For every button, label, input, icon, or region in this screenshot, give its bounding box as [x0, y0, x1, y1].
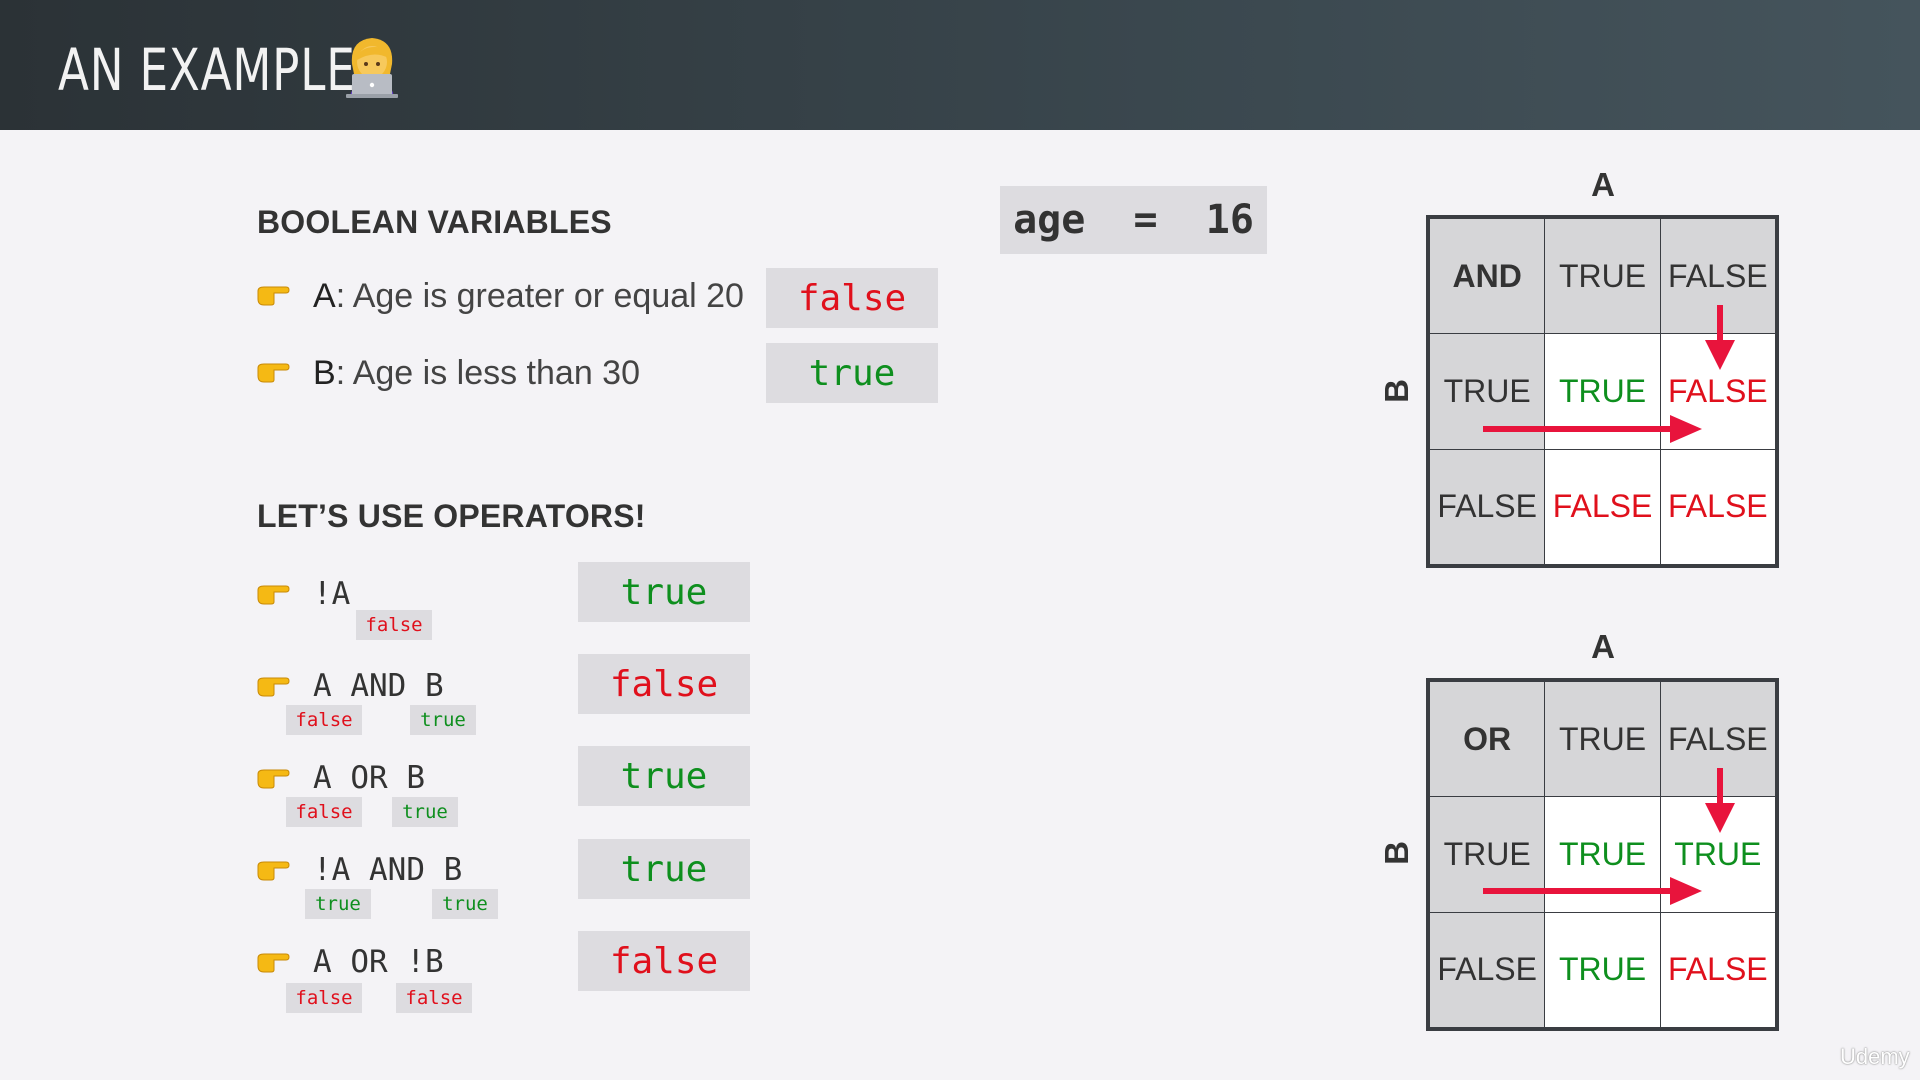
or-table-label-a: A [1591, 628, 1615, 665]
operand-chip: true [392, 797, 458, 827]
woman-technologist-icon [346, 38, 398, 98]
and-table-header-true: TRUE [1545, 219, 1660, 334]
or-table-cell: FALSE [1660, 912, 1775, 1027]
operand-chip: true [410, 705, 476, 735]
and-table-label-b: B [1378, 379, 1415, 403]
variable-a-description: A: Age is greater or equal 20 [313, 277, 744, 315]
operand-chip: false [396, 983, 472, 1013]
pointing-hand-icon [257, 363, 290, 383]
age-assignment: age = 16 [1000, 186, 1267, 254]
expression-a-or-b: A OR B [313, 760, 425, 796]
expression-not-a-and-b: !A AND B [313, 852, 463, 888]
and-table-cell: FALSE [1545, 449, 1660, 564]
pointing-hand-icon [257, 861, 290, 881]
slide-title: AN EXAMPLE [58, 36, 356, 104]
and-table-cell: TRUE [1545, 334, 1660, 449]
operand-chip: false [286, 797, 362, 827]
or-table-cell: TRUE [1545, 912, 1660, 1027]
or-table-header-true: TRUE [1545, 682, 1660, 797]
and-truth-table: AND TRUE FALSE TRUE TRUE FALSE FALSE FAL… [1426, 215, 1779, 568]
operators-title: LET’S USE OPERATORS! [257, 498, 646, 534]
and-table-header-false: FALSE [1660, 219, 1775, 334]
operand-chip: false [356, 610, 432, 640]
variable-b-description: B: Age is less than 30 [313, 354, 640, 392]
or-table-label-b: B [1378, 841, 1415, 865]
expression-a-or-not-b: A OR !B [313, 944, 444, 980]
and-table-operator: AND [1430, 219, 1545, 334]
pointing-hand-icon [257, 585, 290, 605]
or-table-cell: TRUE [1660, 797, 1775, 912]
pointing-hand-icon [257, 953, 290, 973]
boolean-variables-title: BOOLEAN VARIABLES [257, 204, 612, 240]
or-table-row-true: TRUE [1430, 797, 1545, 912]
expression-a-and-b: A AND B [313, 668, 444, 704]
or-table-cell: TRUE [1545, 797, 1660, 912]
operand-chip: true [305, 889, 371, 919]
and-table-row-true: TRUE [1430, 334, 1545, 449]
result-a-and-b: false [578, 654, 750, 714]
header-bar: AN EXAMPLE [0, 0, 1920, 130]
result-a-or-b: true [578, 746, 750, 806]
and-table-cell: FALSE [1660, 449, 1775, 564]
or-table-row-false: FALSE [1430, 912, 1545, 1027]
operand-chip: true [432, 889, 498, 919]
or-truth-table: OR TRUE FALSE TRUE TRUE TRUE FALSE TRUE … [1426, 678, 1779, 1031]
operand-chip: false [286, 983, 362, 1013]
operand-chip: false [286, 705, 362, 735]
result-a-or-not-b: false [578, 931, 750, 991]
result-not-a: true [578, 562, 750, 622]
and-table-cell: FALSE [1660, 334, 1775, 449]
and-table-label-a: A [1591, 166, 1615, 203]
result-not-a-and-b: true [578, 839, 750, 899]
expression-not-a: !A [313, 576, 351, 612]
udemy-watermark: Udemy [1840, 1044, 1910, 1069]
pointing-hand-icon [257, 286, 290, 306]
pointing-hand-icon [257, 677, 290, 697]
variable-b-value: true [766, 343, 938, 403]
and-table-row-false: FALSE [1430, 449, 1545, 564]
variable-a-value: false [766, 268, 938, 328]
pointing-hand-icon [257, 769, 290, 789]
or-table-header-false: FALSE [1660, 682, 1775, 797]
or-table-operator: OR [1430, 682, 1545, 797]
